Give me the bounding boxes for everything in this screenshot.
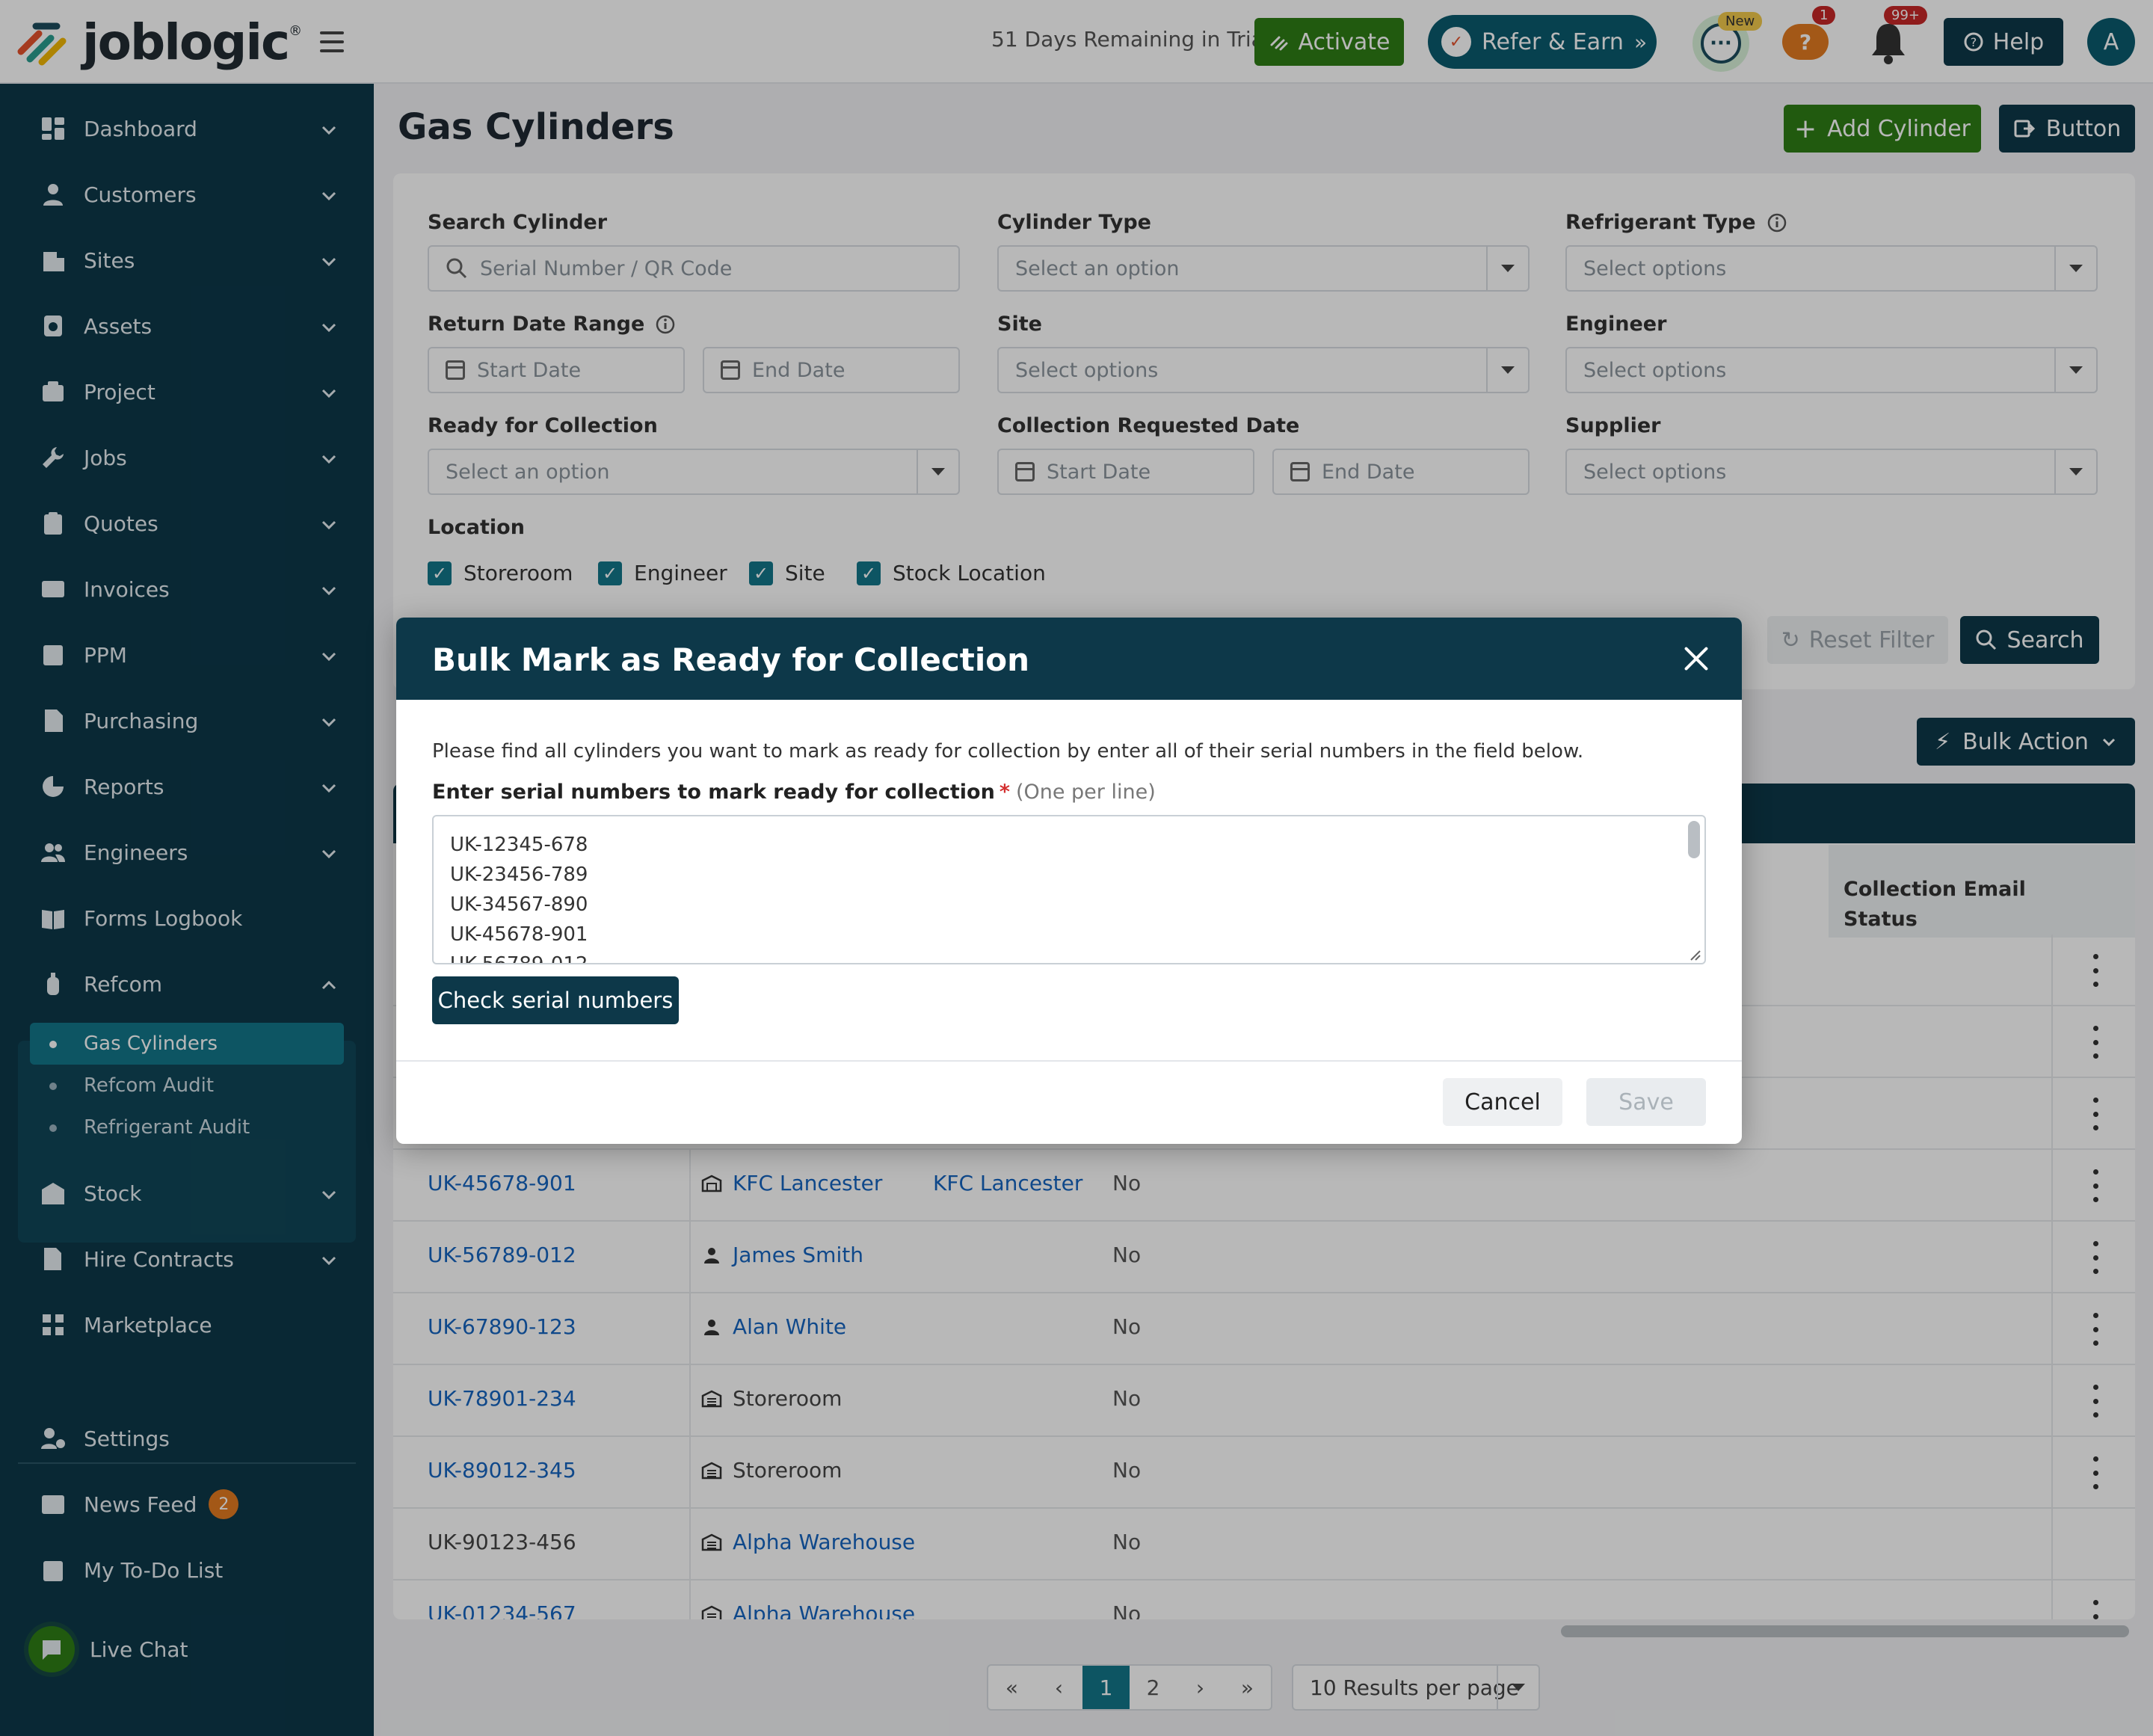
serials-field-hint: (One per line) (1015, 781, 1156, 804)
close-icon[interactable] (1682, 644, 1710, 673)
resize-handle-icon[interactable] (1690, 949, 1701, 961)
serial-line: UK-12345-678 (450, 834, 588, 856)
textarea-scrollbar[interactable] (1688, 821, 1700, 858)
serial-line: UK-23456-789 (450, 864, 588, 886)
serial-line: UK-45678-901 (450, 923, 588, 946)
modal-header: Bulk Mark as Ready for Collection (396, 618, 1742, 700)
serial-line: UK-34567-890 (450, 893, 588, 916)
serial-line: UK-56789-012 (450, 953, 588, 964)
bulk-ready-modal: Bulk Mark as Ready for Collection Please… (396, 618, 1742, 1144)
save-button[interactable]: Save (1586, 1078, 1706, 1126)
modal-footer-divider (396, 1060, 1742, 1062)
check-serial-numbers-button[interactable]: Check serial numbers (432, 976, 679, 1024)
serials-field-label-wrap: Enter serial numbers to mark ready for c… (432, 781, 1156, 804)
modal-title: Bulk Mark as Ready for Collection (432, 641, 1030, 678)
serial-numbers-textarea[interactable]: UK-12345-678 UK-23456-789 UK-34567-890 UK-4… (432, 815, 1706, 964)
modal-description: Please find all cylinders you want to ma… (432, 740, 1584, 763)
serials-field-label: Enter serial numbers to mark ready for c… (432, 781, 995, 804)
required-mark: * (999, 781, 1010, 804)
cancel-button[interactable]: Cancel (1443, 1078, 1562, 1126)
